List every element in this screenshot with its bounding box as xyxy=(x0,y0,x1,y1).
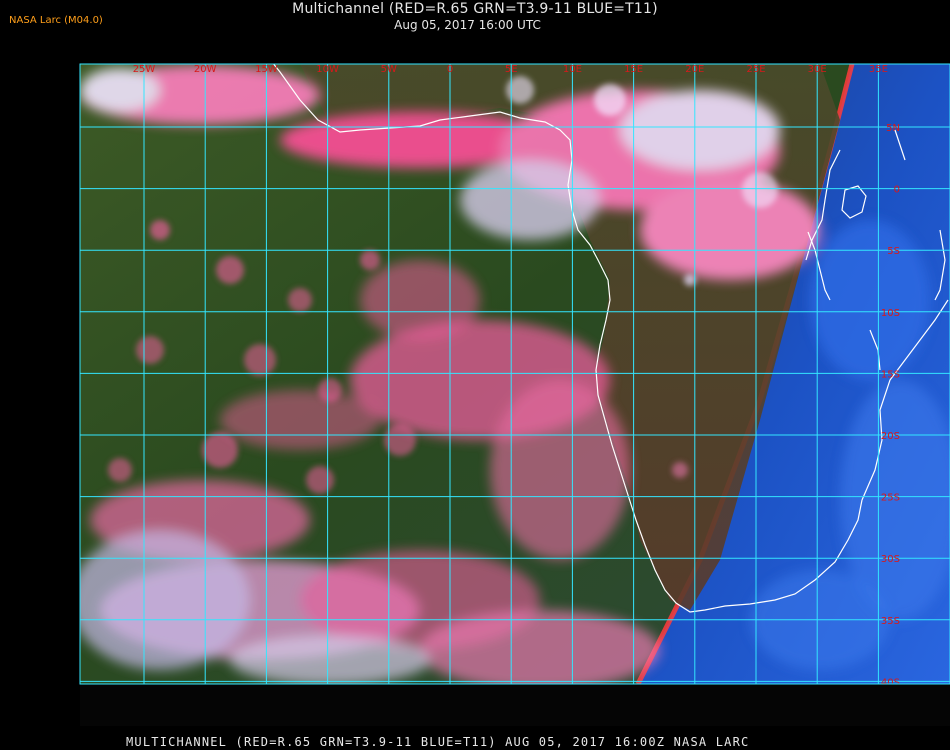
lon-label-5e: 5E xyxy=(505,64,518,75)
lat-label-15s: 15S xyxy=(881,369,900,380)
lon-label-30e: 30E xyxy=(808,64,827,75)
lat-label-20s: 20S xyxy=(881,431,900,442)
lat-label-0: 0 xyxy=(894,185,900,196)
lon-label-25e: 25E xyxy=(746,64,765,75)
lat-label-10s: 10S xyxy=(881,308,900,319)
lon-label-5w: 5W xyxy=(381,64,397,75)
lon-label-15e: 15E xyxy=(624,64,643,75)
lon-label-10e: 10E xyxy=(563,64,582,75)
lon-label-25w: 25W xyxy=(133,64,156,75)
lat-label-5s: 5S xyxy=(887,246,900,257)
lat-label-35s: 35S xyxy=(881,616,900,627)
lon-label-20e: 20E xyxy=(685,64,704,75)
lon-label-15w: 15W xyxy=(255,64,278,75)
satellite-map: 25W 20W 15W 10W 5W 0 5E 10E 15E 20E 25E 30E 35E 5N 0 5S… xyxy=(79,63,950,726)
imagery-layer: 25W 20W 15W 10W 5W 0 5E 10E 15E 20E 25E 30E 35E 5N 0 5S… xyxy=(80,64,950,684)
lon-label-20w: 20W xyxy=(194,64,217,75)
lon-label-10w: 10W xyxy=(316,64,339,75)
footer-caption: MULTICHANNEL (RED=R.65 GRN=T3.9-11 BLUE=… xyxy=(126,735,750,749)
image-bottom-gap xyxy=(80,684,950,726)
lon-label-35e: 35E xyxy=(869,64,888,75)
lat-label-30s: 30S xyxy=(881,554,900,565)
lat-label-5n: 5N xyxy=(886,123,900,134)
lat-label-25s: 25S xyxy=(881,493,900,504)
lon-label-0: 0 xyxy=(447,64,453,75)
satellite-image-page: NASA Larc (M04.0) Multichannel (RED=R.65… xyxy=(0,0,950,750)
